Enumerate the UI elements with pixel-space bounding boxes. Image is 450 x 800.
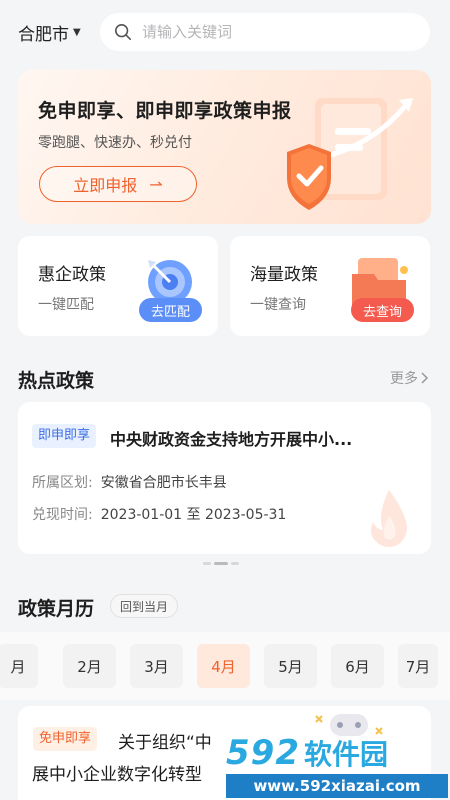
policy-title-line1: 关于组织“中	[118, 733, 212, 753]
region-label: 所属区划:	[32, 475, 93, 491]
month-tab[interactable]: 2月	[63, 644, 116, 688]
policy-title-line2: 展中小企业数字化转型	[32, 765, 202, 785]
arrow-right-icon: ⇀	[149, 174, 163, 194]
month-tab[interactable]: 6月	[331, 644, 384, 688]
search-input[interactable]	[142, 23, 402, 41]
caret-down-icon: ▼	[73, 27, 81, 38]
card-title: 惠企政策	[38, 265, 106, 285]
policy-tag: 即申即享	[32, 424, 97, 448]
top-bar: 合肥市 ▼	[0, 0, 450, 64]
hot-policy-heading: 热点政策	[18, 370, 95, 392]
carousel-dot-active	[214, 562, 228, 565]
city-selector[interactable]: 合肥市 ▼	[18, 20, 81, 45]
month-tab[interactable]: 7月	[398, 644, 438, 688]
month-selector: 月 2月 3月 4月 5月 6月 7月	[0, 632, 450, 700]
search-icon	[114, 23, 132, 41]
watermark-logo: 592 软件园	[226, 733, 448, 773]
policy-apply-banner[interactable]: 免申即享、即申即享政策申报 零跑腿、快速办、秒兑付 立即申报 ⇀	[18, 70, 431, 224]
month-tab[interactable]: 3月	[130, 644, 183, 688]
more-link[interactable]: 更多	[390, 368, 430, 388]
date-value: 2023-01-01 至 2023-05-31	[100, 507, 287, 523]
chevron-right-icon	[421, 372, 429, 384]
watermark-text: 软件园	[303, 738, 388, 771]
carousel-dot	[231, 562, 239, 565]
region-value: 安徽省合肥市长丰县	[100, 475, 227, 491]
back-to-current-month-button[interactable]: 回到当月	[110, 594, 179, 618]
policy-title: 中央财政资金支持地方开展中小...	[110, 430, 353, 449]
match-button[interactable]: 去匹配	[138, 298, 202, 322]
card-title: 海量政策	[250, 265, 318, 285]
hot-policy-card[interactable]: 即申即享 中央财政资金支持地方开展中小... 所属区划: 安徽省合肥市长丰县 兑…	[18, 402, 431, 554]
month-tab[interactable]: 月	[0, 644, 38, 688]
month-tab-active[interactable]: 4月	[197, 644, 250, 688]
city-label: 合肥市	[18, 25, 69, 45]
carousel-indicator	[203, 562, 239, 565]
query-button[interactable]: 去查询	[350, 298, 414, 322]
policy-region-row: 所属区划: 安徽省合肥市长丰县	[32, 472, 227, 492]
policy-date-row: 兑现时间: 2023-01-01 至 2023-05-31	[32, 504, 286, 524]
apply-now-label: 立即申报	[73, 176, 138, 195]
watermark: 592 软件园 www.592xiazai.com	[226, 733, 448, 798]
month-tab[interactable]: 5月	[264, 644, 317, 688]
banner-title: 免申即享、即申即享政策申报	[38, 100, 292, 122]
policy-calendar-heading: 政策月历	[18, 598, 95, 620]
date-label: 兑现时间:	[32, 507, 93, 523]
card-subtitle: 一键查询	[250, 297, 306, 313]
shield-document-illustration	[287, 98, 413, 210]
flame-icon	[371, 490, 407, 547]
watermark-url: www.592xiazai.com	[226, 774, 448, 798]
search-bar[interactable]	[100, 13, 430, 51]
more-label: 更多	[390, 371, 418, 387]
carousel-dot	[203, 562, 211, 565]
banner-subtitle: 零跑腿、快速办、秒兑付	[38, 135, 192, 151]
massive-policy-card[interactable]: 海量政策 一键查询 去查询	[230, 236, 430, 336]
apply-now-button[interactable]: 立即申报 ⇀	[39, 166, 197, 202]
watermark-number: 592	[226, 733, 300, 773]
card-subtitle: 一键匹配	[38, 297, 94, 313]
policy-tag: 免申即享	[33, 727, 98, 751]
enterprise-policy-card[interactable]: 惠企政策 一键匹配 去匹配	[18, 236, 218, 336]
